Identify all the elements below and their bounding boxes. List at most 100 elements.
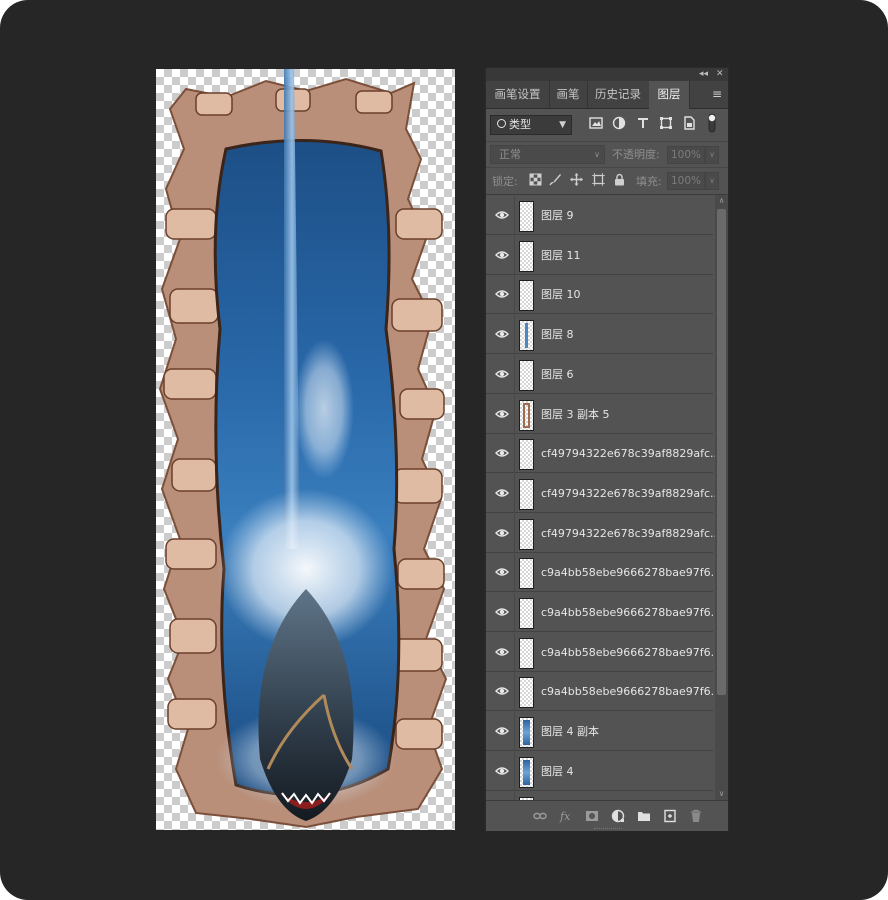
eye-icon[interactable]	[495, 566, 509, 578]
tab-brushes[interactable]: 画笔	[549, 81, 588, 108]
new-group-icon[interactable]	[637, 809, 651, 823]
layer-row[interactable]: c9a4bb58ebe9666278bae97f6...	[486, 593, 715, 632]
lock-all-icon[interactable]	[613, 173, 626, 186]
layer-thumbnail[interactable]	[519, 717, 534, 748]
layer-row[interactable]: 图层 4 副本	[486, 712, 713, 751]
tab-history[interactable]: 历史记录	[587, 81, 650, 108]
lock-artboard-icon[interactable]	[592, 173, 605, 186]
eye-icon[interactable]	[495, 447, 509, 459]
layer-row[interactable]: 图层 9	[486, 196, 713, 235]
layer-row[interactable]: 图层 3 副本 5	[486, 395, 713, 434]
layer-row[interactable]: cf49794322e678c39af8829afc...	[486, 434, 715, 473]
delete-layer-icon[interactable]	[689, 809, 703, 823]
layer-thumbnail[interactable]	[519, 320, 534, 351]
eye-icon[interactable]	[495, 606, 509, 618]
visibility-divider	[514, 474, 515, 513]
layer-thumbnail[interactable]	[519, 479, 534, 510]
fill-label: 填充:	[636, 175, 662, 188]
layer-row[interactable]: 图层 4	[486, 752, 713, 791]
layer-name: 图层 6	[541, 368, 574, 381]
fx-icon[interactable]: fx	[559, 809, 573, 823]
shape-filter-icon[interactable]	[659, 116, 673, 130]
fill-input[interactable]: 100%	[667, 172, 705, 190]
opacity-label: 不透明度:	[612, 148, 660, 161]
layer-thumbnail[interactable]	[519, 241, 534, 272]
thumbnail-content	[523, 720, 530, 745]
lock-transparency-icon[interactable]	[529, 173, 542, 186]
visibility-divider	[514, 514, 515, 553]
chevron-down-icon: ▼	[559, 120, 566, 130]
opacity-dropdown-icon[interactable]: ∨	[705, 146, 719, 164]
visibility-divider	[514, 275, 515, 314]
eye-icon[interactable]	[495, 725, 509, 737]
blend-mode-select[interactable]: 正常 ∨	[490, 145, 605, 164]
layer-list[interactable]: 图层 9 图层 11 图层 10 图层 8 图层 6 图层 3 副本 5 cf4979432…	[486, 195, 715, 800]
layer-list-scrollbar[interactable]: ∧ ∨	[715, 195, 728, 800]
type-filter-icon[interactable]	[636, 116, 650, 130]
layer-row[interactable]: c9a4bb58ebe9666278bae97f6...	[486, 553, 715, 592]
eye-icon[interactable]	[495, 328, 509, 340]
layer-row[interactable]: c9a4bb58ebe9666278bae97f6...	[486, 633, 715, 672]
layer-row[interactable]: 图层 8	[486, 315, 713, 354]
scroll-up-icon[interactable]: ∧	[715, 195, 728, 207]
svg-text:fx: fx	[559, 810, 571, 823]
opacity-input[interactable]: 100%	[667, 146, 705, 164]
panel-menu-icon[interactable]: ≡	[712, 87, 722, 101]
close-panel-icon[interactable]: ✕	[716, 68, 724, 81]
layer-row[interactable]	[486, 792, 713, 800]
layer-thumbnail[interactable]	[519, 558, 534, 589]
layer-thumbnail[interactable]	[519, 519, 534, 550]
add-mask-icon[interactable]	[585, 809, 599, 823]
layer-name: 图层 9	[541, 209, 574, 222]
layer-row[interactable]: 图层 10	[486, 275, 713, 314]
eye-icon[interactable]	[495, 408, 509, 420]
layer-row[interactable]: cf49794322e678c39af8829afc...	[486, 474, 715, 513]
panel-resize-grip[interactable]	[594, 828, 622, 831]
layer-thumbnail[interactable]	[519, 439, 534, 470]
eye-icon[interactable]	[495, 288, 509, 300]
new-adjustment-icon[interactable]	[611, 809, 625, 823]
thumbnail-content	[523, 403, 530, 428]
new-layer-icon[interactable]	[663, 809, 677, 823]
eye-icon[interactable]	[495, 685, 509, 697]
filter-kind-label: 类型	[509, 118, 531, 131]
filter-toggle-icon[interactable]	[707, 113, 717, 133]
collapse-panel-icon[interactable]: ◂◂	[699, 68, 708, 81]
lock-fill-row: 锁定: 填充: 100% ∨	[486, 167, 728, 195]
layer-thumbnail[interactable]	[519, 280, 534, 311]
eye-icon[interactable]	[495, 527, 509, 539]
eye-icon[interactable]	[495, 765, 509, 777]
smart-object-filter-icon[interactable]	[682, 116, 696, 130]
tab-brush-settings[interactable]: 画笔设置	[486, 81, 550, 108]
layer-thumbnail[interactable]	[519, 201, 534, 232]
eye-icon[interactable]	[495, 209, 509, 221]
layer-thumbnail[interactable]	[519, 757, 534, 788]
adjustment-filter-icon[interactable]	[612, 116, 626, 130]
layer-row[interactable]: 图层 6	[486, 355, 713, 394]
layer-thumbnail[interactable]	[519, 360, 534, 391]
eye-icon[interactable]	[495, 646, 509, 658]
tab-layers[interactable]: 图层	[649, 81, 690, 109]
lock-position-icon[interactable]	[570, 173, 583, 186]
filter-kind-select[interactable]: 类型 ▼	[490, 115, 572, 135]
eye-icon[interactable]	[495, 487, 509, 499]
scrollbar-thumb[interactable]	[717, 209, 726, 695]
layer-thumbnail[interactable]	[519, 400, 534, 431]
visibility-divider	[514, 553, 515, 592]
layer-thumbnail[interactable]	[519, 638, 534, 669]
eye-icon[interactable]	[495, 249, 509, 261]
visibility-divider	[514, 196, 515, 235]
layer-thumbnail[interactable]	[519, 598, 534, 629]
layer-row[interactable]: 图层 11	[486, 236, 713, 275]
image-filter-icon[interactable]	[589, 116, 603, 130]
layer-row[interactable]: cf49794322e678c39af8829afc...	[486, 514, 715, 553]
eye-icon[interactable]	[495, 368, 509, 380]
link-layers-icon[interactable]	[533, 809, 547, 823]
layer-row[interactable]: c9a4bb58ebe9666278bae97f6...	[486, 672, 715, 711]
lock-pixels-icon[interactable]	[549, 173, 562, 186]
fill-dropdown-icon[interactable]: ∨	[705, 172, 719, 190]
document-canvas[interactable]	[156, 69, 455, 830]
scroll-down-icon[interactable]: ∨	[715, 788, 728, 800]
visibility-divider	[514, 434, 515, 473]
layer-thumbnail[interactable]	[519, 677, 534, 708]
